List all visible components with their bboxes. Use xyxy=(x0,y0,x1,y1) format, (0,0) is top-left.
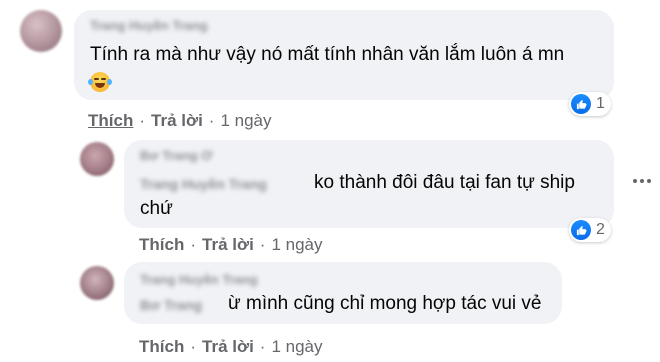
reaction-count-label: 2 xyxy=(596,221,605,238)
comment-author[interactable]: Trang Huyền Trang xyxy=(140,272,258,287)
like-button[interactable]: Thích xyxy=(139,337,184,357)
more-options-icon[interactable] xyxy=(630,172,654,190)
timestamp[interactable]: 1 ngày xyxy=(220,111,271,131)
avatar[interactable] xyxy=(80,266,114,300)
separator-dot: · xyxy=(259,235,266,254)
comment-text: ko thành đôi đâu tại fan tự ship xyxy=(314,172,575,193)
comment-actions: Thích · Trả lời · 1 ngày xyxy=(88,111,272,131)
comment-actions: Thích · Trả lời · 1 ngày xyxy=(139,235,323,255)
like-button[interactable]: Thích xyxy=(139,235,184,255)
comment-author[interactable]: Trang Huyền Trang xyxy=(90,18,208,33)
mention-tag[interactable]: Bơ Trang xyxy=(140,297,202,313)
reply-button[interactable]: Trả lời xyxy=(202,337,254,357)
separator-dot: · xyxy=(190,337,197,356)
reaction-count[interactable]: 1 xyxy=(569,92,611,116)
separator-dot: · xyxy=(259,337,266,356)
laughing-tears-emoji-icon xyxy=(88,72,112,92)
avatar[interactable] xyxy=(80,142,114,176)
separator-dot: · xyxy=(139,111,146,130)
comment-actions: Thích · Trả lời · 1 ngày xyxy=(139,337,323,357)
like-button[interactable]: Thích xyxy=(88,111,133,131)
comment-text: Tính ra mà như vậy nó mất tính nhân văn … xyxy=(90,44,565,65)
timestamp[interactable]: 1 ngày xyxy=(271,235,322,255)
separator-dot: · xyxy=(190,235,197,254)
reply-button[interactable]: Trả lời xyxy=(151,111,203,131)
like-icon xyxy=(571,94,591,114)
mention-tag[interactable]: Trang Huyền Trang xyxy=(140,176,267,192)
comment-text: ừ mình cũng chỉ mong hợp tác vui vẻ xyxy=(228,293,542,314)
reaction-count-label: 1 xyxy=(596,95,605,112)
timestamp[interactable]: 1 ngày xyxy=(271,337,322,357)
like-icon xyxy=(571,220,591,240)
reaction-count[interactable]: 2 xyxy=(569,218,611,242)
avatar[interactable] xyxy=(20,10,62,52)
comment-author[interactable]: Bơ Trang Ơ xyxy=(140,148,212,163)
separator-dot: · xyxy=(208,111,215,130)
reply-button[interactable]: Trả lời xyxy=(202,235,254,255)
comment-text-continued: chứ xyxy=(140,198,173,219)
